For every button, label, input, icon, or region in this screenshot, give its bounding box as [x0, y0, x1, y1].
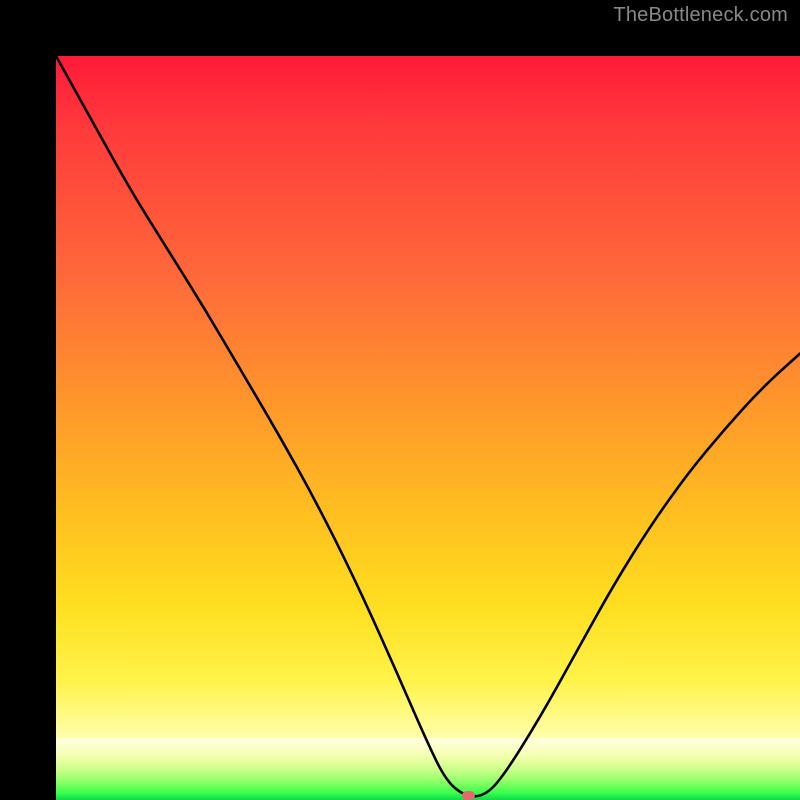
minimum-marker — [462, 791, 475, 800]
chart-frame — [0, 0, 800, 800]
plot-area — [56, 56, 800, 800]
bottleneck-curve — [56, 56, 800, 800]
watermark-text: TheBottleneck.com — [613, 4, 788, 27]
